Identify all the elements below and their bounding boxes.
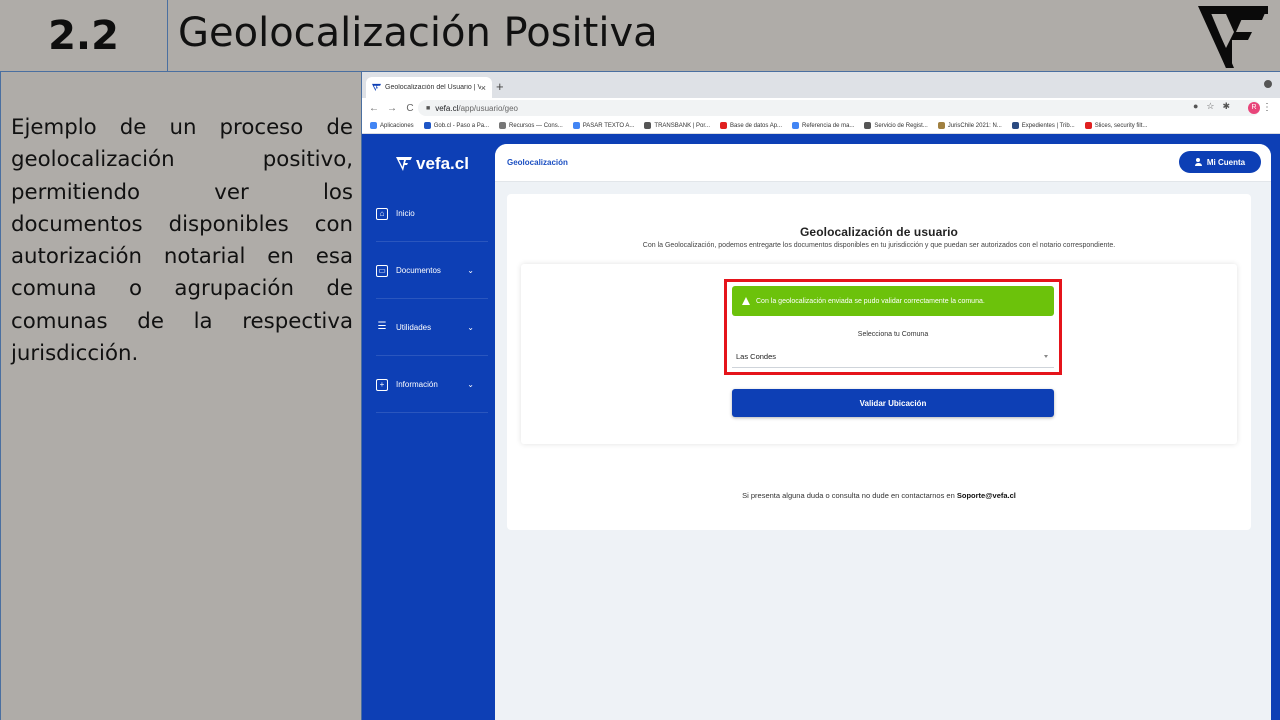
bookmark-icon <box>792 122 800 129</box>
tab-bar: Geolocalización del Usuario | V × + <box>362 72 1280 98</box>
archive-icon: ▭ <box>376 264 388 277</box>
location-pin-icon[interactable]: ● <box>1193 101 1198 112</box>
sidebar-item-utilidades[interactable]: ☰ Utilidades ⌄ <box>376 300 488 356</box>
star-icon[interactable]: ☆ <box>1206 101 1214 112</box>
bookmark[interactable]: Gob.cl - Paso a Pa... <box>423 122 489 129</box>
bookmark-icon <box>937 122 945 129</box>
bookmarks-bar: Aplicaciones Gob.cl - Paso a Pa... Recur… <box>362 118 1280 134</box>
bookmark-icon <box>864 122 872 129</box>
extensions-icon[interactable]: ✱ <box>1222 101 1230 112</box>
tab-search-icon[interactable] <box>1264 80 1272 88</box>
support-text: Si presenta alguna duda o consulta no du… <box>742 491 1016 500</box>
profile-avatar[interactable]: R <box>1248 102 1260 114</box>
reload-icon[interactable]: C <box>404 103 416 114</box>
url-path: /app/usuario/geo <box>458 103 518 113</box>
bookmark[interactable]: Recursos — Cons... <box>499 122 563 129</box>
breadcrumb: Geolocalización <box>507 158 568 167</box>
card-subtitle: Con la Geolocalización, podemos entregar… <box>642 242 1116 249</box>
bookmark[interactable]: Referencia de ma... <box>792 122 854 129</box>
app: vefa.cl ⌂ Inicio ▭ Documentos ⌄ ☰ Utilid… <box>362 134 1280 720</box>
vefa-brand-icon <box>396 157 412 171</box>
chevron-down-icon: ⌄ <box>467 323 474 332</box>
bookmark-icon <box>499 122 507 129</box>
bookmark[interactable]: Servicio de Regist... <box>864 122 928 129</box>
address-bar: ← → C ■ vefa.cl/app/usuario/geo ● ☆ ✱ R … <box>362 98 1280 118</box>
chevron-down-icon: ⌄ <box>467 266 474 275</box>
home-icon: ⌂ <box>376 207 388 220</box>
vefa-favicon-icon <box>372 83 381 92</box>
chevron-down-icon: ⌄ <box>467 380 474 389</box>
account-button-label: Mi Cuenta <box>1206 157 1246 167</box>
forward-icon[interactable]: → <box>386 103 398 114</box>
alert-text: Con la geolocalización enviada se pudo v… <box>756 297 985 305</box>
bookmark[interactable]: TRANSBANK | Por... <box>644 122 710 129</box>
geolocation-form: Con la geolocalización enviada se pudo v… <box>521 264 1237 444</box>
validate-location-button[interactable]: Validar Ubicación <box>732 389 1054 417</box>
comuna-select-value: Las Condes <box>736 352 777 361</box>
comuna-select[interactable]: Las Condes <box>732 346 1054 368</box>
sidebar: vefa.cl ⌂ Inicio ▭ Documentos ⌄ ☰ Utilid… <box>362 134 495 720</box>
success-alert: Con la geolocalización enviada se pudo v… <box>732 286 1054 316</box>
sidebar-item-label: Información <box>396 380 438 389</box>
browser-menu-icon[interactable]: ⋮ <box>1262 102 1272 113</box>
back-icon[interactable]: ← <box>368 103 380 114</box>
address-bar-icons: ● ☆ ✱ <box>1193 101 1230 112</box>
account-button[interactable]: Mi Cuenta <box>1179 151 1261 173</box>
section-number: 2.2 <box>0 0 168 72</box>
slide: 2.2 Geolocalización Positiva Ejemplo de … <box>0 0 1280 720</box>
new-tab-icon[interactable]: + <box>496 79 504 94</box>
slide-title: Geolocalización Positiva <box>178 10 658 56</box>
brand-name: vefa.cl <box>416 154 469 173</box>
description-text: Ejemplo de un proceso de geolocalización… <box>11 115 353 367</box>
support-email-link[interactable]: Soporte@vefa.cl <box>957 491 1016 500</box>
bookmark-icon <box>423 122 431 129</box>
slide-header: 2.2 Geolocalización Positiva <box>0 0 1280 72</box>
lock-icon: ■ <box>426 104 431 112</box>
browser-window: Geolocalización del Usuario | V × + ← → … <box>362 72 1280 720</box>
sidebar-item-label: Inicio <box>396 209 415 218</box>
dropdown-caret-icon <box>1044 355 1048 358</box>
bookmark-icon <box>1084 122 1092 129</box>
bookmark[interactable]: JurisChile 2021: N... <box>937 122 1002 129</box>
sidebar-item-informacion[interactable]: + Información ⌄ <box>376 357 488 413</box>
bookmark-icon <box>644 122 652 129</box>
bookmark[interactable]: PASAR TEXTO A... <box>572 122 634 129</box>
browser-tab[interactable]: Geolocalización del Usuario | V × <box>366 77 492 98</box>
url-input[interactable]: ■ vefa.cl/app/usuario/geo <box>418 100 1260 116</box>
bookmark-icon <box>1011 122 1019 129</box>
vefa-logo-icon <box>1198 6 1268 68</box>
bookmark[interactable]: Aplicaciones <box>370 122 414 129</box>
close-tab-icon[interactable]: × <box>481 83 486 93</box>
highlight-box: Con la geolocalización enviada se pudo v… <box>724 279 1062 375</box>
top-bar: Geolocalización Mi Cuenta <box>495 144 1271 182</box>
bookmark-icon <box>720 122 727 129</box>
bookmark[interactable]: Expedientes | Trib... <box>1011 122 1075 129</box>
bookmark-icon <box>572 122 580 129</box>
url-domain: vefa.cl <box>435 103 459 113</box>
bookmark[interactable]: Slices, security filt... <box>1084 122 1147 129</box>
list-icon: ☰ <box>377 320 387 332</box>
brand-logo[interactable]: vefa.cl <box>396 154 469 174</box>
warning-icon <box>742 297 750 305</box>
tab-title: Geolocalización del Usuario | V <box>385 84 481 91</box>
user-icon <box>1194 158 1202 166</box>
sidebar-item-label: Utilidades <box>396 323 432 332</box>
sidebar-item-documentos[interactable]: ▭ Documentos ⌄ <box>376 243 488 299</box>
card-title: Geolocalización de usuario <box>800 225 958 239</box>
bookmark-icon <box>370 122 377 129</box>
sidebar-item-label: Documentos <box>396 266 441 275</box>
main-content: Geolocalización Mi Cuenta Geolocalizació… <box>495 144 1271 720</box>
plus-box-icon: + <box>376 378 388 391</box>
comuna-select-label: Selecciona tu Comuna <box>857 331 929 338</box>
sidebar-item-inicio[interactable]: ⌂ Inicio <box>376 186 488 242</box>
bookmark[interactable]: Base de datos Ap... <box>720 122 782 129</box>
description-panel: Ejemplo de un proceso de geolocalización… <box>0 72 362 720</box>
geolocation-card: Geolocalización de usuario Con la Geoloc… <box>507 194 1251 530</box>
